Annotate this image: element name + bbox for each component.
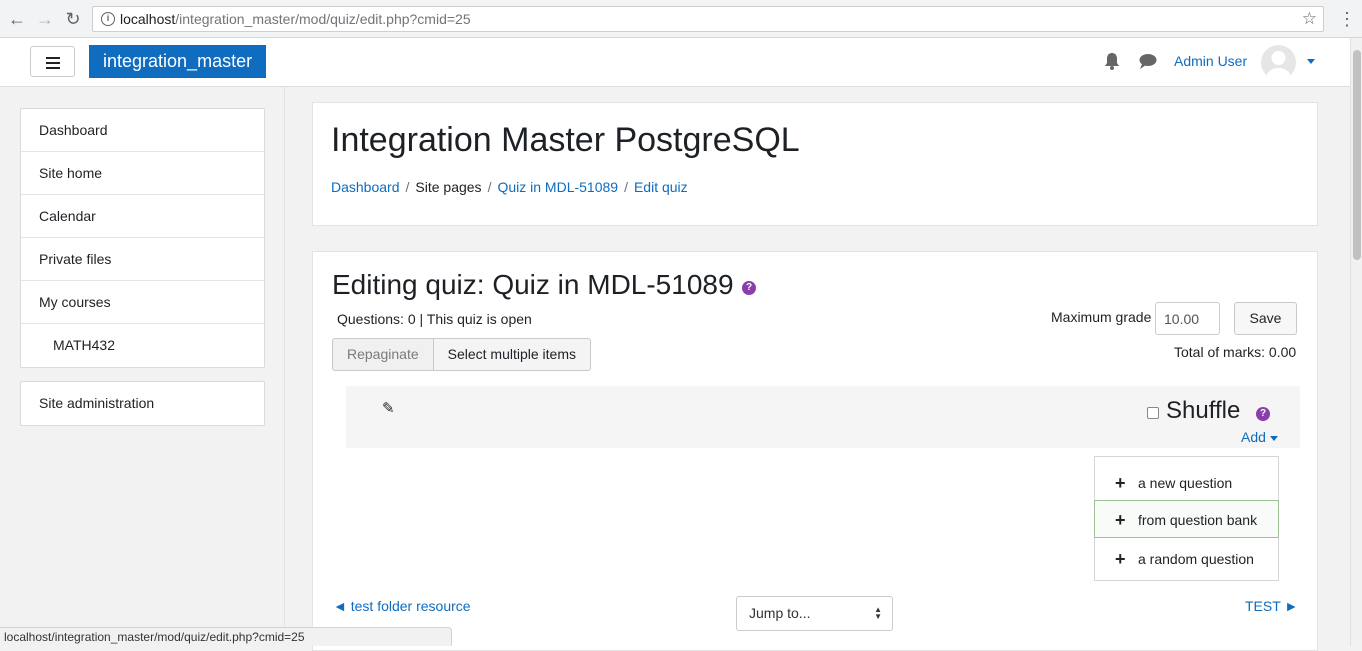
url-path: /integration_master/mod/quiz/edit.php?cm… [175, 11, 471, 27]
page-scrollbar[interactable] [1350, 38, 1362, 646]
sidebar-item-calendar[interactable]: Calendar [21, 195, 264, 238]
user-menu-name[interactable]: Admin User [1174, 53, 1247, 69]
jump-to-select[interactable]: Jump to... ▲ ▼ [736, 596, 893, 631]
forward-icon[interactable]: → [34, 8, 56, 30]
add-random-question-item[interactable]: + a random question [1095, 540, 1278, 578]
drawer-toggle-button[interactable] [30, 46, 75, 77]
quiz-section-header: ✎ Shuffle ? Add [346, 386, 1300, 448]
add-from-question-bank-item[interactable]: + from question bank [1094, 500, 1279, 538]
quiz-status: Questions: 0 | This quiz is open [337, 311, 532, 327]
chevron-down-icon [1269, 435, 1278, 441]
reload-icon[interactable]: ↻ [62, 8, 84, 30]
sidebar-item-private-files[interactable]: Private files [21, 238, 264, 281]
back-icon[interactable]: ← [6, 8, 28, 30]
chat-icon[interactable] [1138, 52, 1158, 70]
hamburger-icon [46, 57, 60, 59]
sidebar-item-math432[interactable]: MATH432 [21, 324, 264, 367]
menu-item-label: a new question [1138, 475, 1233, 491]
plus-icon: + [1115, 473, 1126, 493]
browser-status-bar: localhost/integration_master/mod/quiz/ed… [0, 627, 452, 646]
menu-item-label: from question bank [1138, 512, 1258, 528]
breadcrumb-dashboard[interactable]: Dashboard [331, 179, 400, 195]
breadcrumb: Dashboard / Site pages / Quiz in MDL-51089 / E… [331, 179, 688, 195]
scroll-thumb[interactable] [1353, 50, 1361, 260]
add-label: Add [1241, 429, 1266, 445]
add-menu-toggle[interactable]: Add [1241, 429, 1278, 445]
avatar[interactable] [1261, 45, 1296, 80]
next-activity-link[interactable]: TEST ► [1245, 598, 1298, 614]
quiz-edit-region: Editing quiz: Quiz in MDL-51089 ? Questi… [312, 251, 1318, 651]
top-navbar: integration_master Admin User [0, 38, 1350, 87]
jump-to-value: Jump to... [749, 605, 811, 621]
sidebar-item-site-home[interactable]: Site home [21, 152, 264, 195]
pencil-icon[interactable]: ✎ [382, 399, 395, 417]
shuffle-label: Shuffle [1166, 397, 1241, 424]
breadcrumb-edit-quiz[interactable]: Edit quiz [634, 179, 688, 195]
url-host: localhost [120, 11, 176, 27]
edit-button-group: Repaginate Select multiple items [332, 338, 592, 371]
shuffle-help-icon[interactable]: ? [1256, 407, 1270, 421]
sidebar-admin-nav: Site administration [20, 381, 265, 426]
star-icon[interactable]: ☆ [1302, 9, 1317, 29]
add-new-question-item[interactable]: + a new question [1095, 464, 1278, 502]
nav-drawer: Dashboard Site home Calendar Private fil… [0, 87, 285, 646]
page-title: Integration Master PostgreSQL [331, 121, 800, 159]
sidebar-item-site-administration[interactable]: Site administration [21, 382, 264, 425]
user-silhouette-icon [1266, 51, 1291, 80]
breadcrumb-separator: / [405, 179, 410, 195]
repaginate-button[interactable]: Repaginate [332, 338, 434, 371]
quiz-edit-title: Editing quiz: Quiz in MDL-51089 [332, 269, 734, 300]
page-header: Integration Master PostgreSQL Dashboard /… [312, 102, 1318, 226]
breadcrumb-separator: / [624, 179, 628, 195]
select-multiple-items-button[interactable]: Select multiple items [433, 338, 592, 371]
address-url[interactable]: localhost/integration_master/mod/quiz/ed… [120, 11, 471, 27]
chevron-down-icon[interactable] [1307, 59, 1315, 64]
sidebar-item-my-courses[interactable]: My courses [21, 281, 264, 324]
sidebar-nav: Dashboard Site home Calendar Private fil… [20, 108, 265, 368]
site-brand-link[interactable]: integration_master [89, 45, 267, 78]
browser-toolbar: ← → ↻ i localhost/integration_master/mod… [0, 0, 1362, 38]
bell-icon[interactable] [1103, 51, 1121, 71]
save-button[interactable]: Save [1234, 302, 1297, 335]
address-bar[interactable]: i localhost/integration_master/mod/quiz/… [92, 6, 1324, 32]
browser-menu-icon[interactable]: ⋮ [1338, 8, 1356, 30]
sidebar-item-dashboard[interactable]: Dashboard [21, 109, 264, 152]
help-icon[interactable]: ? [742, 281, 756, 295]
info-icon[interactable]: i [101, 12, 115, 26]
menu-item-label: a random question [1138, 551, 1254, 567]
plus-icon: + [1115, 549, 1126, 569]
prev-activity-link[interactable]: ◄ test folder resource [333, 598, 471, 614]
select-arrows-icon: ▲ ▼ [874, 605, 882, 621]
maximum-grade-input[interactable] [1155, 302, 1220, 335]
breadcrumb-separator: / [487, 179, 492, 195]
shuffle-checkbox[interactable] [1147, 407, 1159, 419]
total-marks: Total of marks: 0.00 [1174, 344, 1297, 360]
breadcrumb-site-pages: Site pages [415, 179, 482, 195]
add-dropdown-menu: + a new question + from question bank + a r… [1094, 456, 1279, 581]
maximum-grade-label: Maximum grade [1051, 309, 1152, 325]
breadcrumb-quiz[interactable]: Quiz in MDL-51089 [497, 179, 618, 195]
plus-icon: + [1115, 510, 1126, 530]
